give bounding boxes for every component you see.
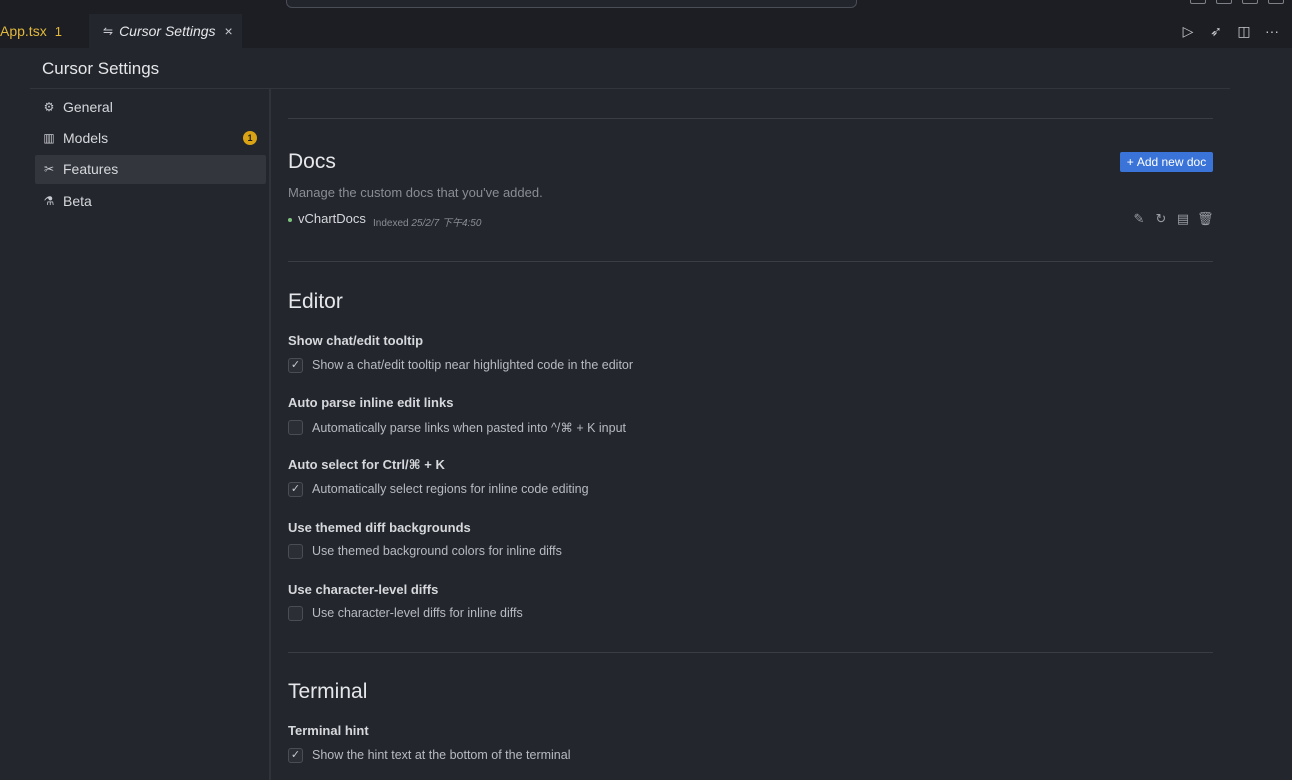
editor-actions: ▷ ➶ ◫ ··· bbox=[1180, 14, 1280, 48]
run-debug-icon[interactable]: ▷ bbox=[1180, 23, 1196, 40]
trash-icon[interactable]: 🗑 bbox=[1197, 211, 1214, 227]
command-center-search[interactable] bbox=[286, 0, 857, 8]
refresh-icon[interactable]: ↻ bbox=[1153, 211, 1169, 227]
layout-icon[interactable] bbox=[1242, 0, 1258, 4]
docs-description: Manage the custom docs that you've added… bbox=[288, 185, 543, 200]
setting-row: Use themed background colors for inline … bbox=[288, 543, 562, 559]
setting-title: Show chat/edit tooltip bbox=[288, 333, 424, 348]
layout-controls bbox=[1190, 0, 1284, 4]
close-icon[interactable]: × bbox=[225, 23, 233, 39]
layout-icon[interactable] bbox=[1190, 0, 1206, 4]
status-dot bbox=[288, 218, 292, 222]
tab-label: Cursor Settings bbox=[119, 23, 216, 39]
add-new-doc-button[interactable]: + Add new doc bbox=[1120, 152, 1213, 172]
section-divider bbox=[288, 118, 1213, 119]
layout-icon[interactable] bbox=[1216, 0, 1232, 4]
setting-description: Show a chat/edit tooltip near highlighte… bbox=[312, 358, 634, 372]
settings-sliders-icon: ⇋ bbox=[103, 24, 114, 38]
sidebar-item-label: Beta bbox=[63, 192, 92, 209]
indexed-label: Indexed bbox=[373, 218, 409, 229]
doc-actions: ✎ ↻ ▤ 🗑 bbox=[1131, 211, 1214, 227]
tab-label: App.tsx bbox=[0, 23, 47, 39]
tab-cursor-settings[interactable]: ⇋ Cursor Settings × bbox=[89, 14, 242, 48]
checkbox-unchecked[interactable] bbox=[288, 543, 303, 559]
sidebar-item-features[interactable]: ✂ Features bbox=[35, 154, 266, 184]
sidebar-item-general[interactable]: ⚙ General bbox=[35, 92, 266, 121]
setting-row: Automatically parse links when pasted in… bbox=[288, 419, 626, 435]
split-editor-icon[interactable]: ◫ bbox=[1236, 23, 1252, 40]
setting-row: ✓ Show the hint text at the bottom of th… bbox=[288, 747, 570, 763]
edit-icon[interactable]: ✎ bbox=[1131, 211, 1147, 227]
settings-icon[interactable] bbox=[1268, 0, 1284, 4]
setting-title: Use themed diff backgrounds bbox=[288, 520, 471, 535]
flask-icon: ⚗ bbox=[43, 193, 55, 208]
doc-name: vChartDocs bbox=[298, 211, 366, 226]
editor-section-title: Editor bbox=[288, 290, 343, 313]
gear-icon: ⚙ bbox=[43, 99, 55, 114]
book-icon[interactable]: ▤ bbox=[1175, 211, 1191, 227]
doc-indexed-status: Indexed 25/2/7 下午4:50 bbox=[373, 214, 481, 229]
setting-title: Terminal hint bbox=[288, 723, 369, 738]
checkbox-checked[interactable]: ✓ bbox=[288, 357, 303, 373]
header-divider bbox=[30, 88, 1230, 89]
settings-sidebar: ⚙ General ▥ Models 1 ✂ Features ⚗ Beta bbox=[35, 92, 266, 218]
add-new-doc-label: Add new doc bbox=[1136, 155, 1207, 169]
doc-list-item: vChartDocs Indexed 25/2/7 下午4:50 ✎ ↻ ▤ 🗑 bbox=[288, 211, 1214, 229]
setting-description: Show the hint text at the bottom of the … bbox=[312, 748, 571, 762]
section-divider bbox=[288, 652, 1213, 653]
terminal-section-title: Terminal bbox=[288, 680, 368, 703]
checkbox-checked[interactable]: ✓ bbox=[288, 747, 303, 763]
checkbox-unchecked[interactable] bbox=[288, 605, 303, 621]
plus-icon: + bbox=[1126, 155, 1134, 169]
setting-description: Automatically parse links when pasted in… bbox=[312, 420, 627, 435]
tools-icon: ✂ bbox=[43, 162, 55, 177]
problem-count-badge: 1 bbox=[54, 23, 62, 39]
setting-row: Use character-level diffs for inline dif… bbox=[288, 605, 523, 621]
docs-section-title: Docs bbox=[288, 150, 336, 173]
setting-description: Use themed background colors for inline … bbox=[312, 544, 562, 558]
rocket-icon[interactable]: ➶ bbox=[1208, 23, 1224, 40]
checkbox-unchecked[interactable] bbox=[288, 419, 303, 435]
page-title: Cursor Settings bbox=[42, 59, 160, 78]
section-divider bbox=[288, 261, 1213, 262]
sidebar-item-beta[interactable]: ⚗ Beta bbox=[35, 186, 266, 215]
setting-title: Use character-level diffs bbox=[288, 582, 439, 597]
editor-tab-bar: App.tsx 1 ⇋ Cursor Settings × ▷ ➶ ◫ ··· bbox=[0, 14, 1292, 48]
sidebar-item-label: General bbox=[63, 98, 113, 115]
notification-badge: 1 bbox=[243, 131, 257, 146]
setting-row: ✓ Automatically select regions for inlin… bbox=[288, 481, 589, 497]
setting-row: ✓ Show a chat/edit tooltip near highligh… bbox=[288, 357, 633, 373]
title-bar bbox=[0, 0, 1292, 14]
sidebar-item-label: Models bbox=[63, 129, 109, 146]
more-icon[interactable]: ··· bbox=[1264, 23, 1280, 39]
indexed-date: 25/2/7 下午4:50 bbox=[411, 218, 482, 229]
chart-icon: ▥ bbox=[43, 130, 55, 145]
setting-description: Use character-level diffs for inline dif… bbox=[312, 606, 523, 620]
setting-title: Auto parse inline edit links bbox=[288, 395, 454, 410]
tab-app-tsx[interactable]: App.tsx 1 bbox=[0, 14, 88, 48]
checkbox-checked[interactable]: ✓ bbox=[288, 481, 303, 497]
sidebar-item-label: Features bbox=[63, 161, 119, 178]
sidebar-item-models[interactable]: ▥ Models 1 bbox=[35, 123, 266, 152]
setting-description: Automatically select regions for inline … bbox=[312, 482, 589, 496]
sidebar-divider bbox=[269, 89, 271, 780]
setting-title: Auto select for Ctrl/⌘ + K bbox=[288, 457, 445, 472]
